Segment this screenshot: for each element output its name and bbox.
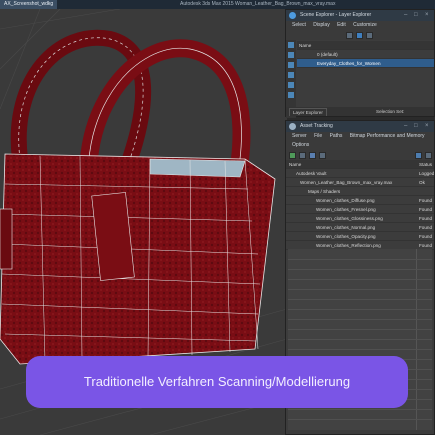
asset-close-icon[interactable]: × bbox=[425, 123, 429, 130]
layer-row-default-label: 0 (default) bbox=[317, 52, 338, 57]
find-icon[interactable] bbox=[366, 32, 373, 39]
layer-row-default[interactable]: 0 (default) bbox=[297, 50, 434, 59]
asset-name: Women_clothes_Diffuse.png bbox=[316, 198, 375, 203]
asset-status: Found bbox=[419, 198, 433, 203]
close-icon[interactable]: × bbox=[425, 12, 429, 19]
layer-icon[interactable] bbox=[356, 32, 363, 39]
asset-list: Autodesk Vault Logged Women_Leather_Bag_B… bbox=[286, 169, 434, 250]
asset-name: Autodesk Vault bbox=[296, 171, 327, 176]
menu-options[interactable]: Options bbox=[292, 142, 309, 148]
table-view-icon[interactable] bbox=[319, 152, 326, 159]
side-tool-6-icon[interactable] bbox=[288, 92, 294, 98]
bag-inner-lining bbox=[149, 158, 246, 178]
menu-customize[interactable]: Customize bbox=[353, 22, 377, 28]
col-name-header[interactable]: Name bbox=[289, 160, 301, 168]
asset-row[interactable]: Women_clothes_Normal.png Found bbox=[286, 223, 434, 232]
screen: AX_Screenshot_wdkg Autodesk 3ds Max 2015… bbox=[0, 0, 435, 435]
maximize-icon[interactable]: □ bbox=[414, 12, 418, 19]
asset-tracking-toolbar bbox=[286, 150, 434, 160]
layer-row-everyday-label: Everyday_Clothes_for_Women bbox=[317, 61, 381, 66]
document-tab[interactable]: AX_Screenshot_wdkg bbox=[0, 0, 58, 9]
asset-minimize-icon[interactable]: – bbox=[404, 123, 407, 130]
minimize-icon[interactable]: – bbox=[404, 12, 407, 19]
menu-paths[interactable]: Paths bbox=[330, 133, 343, 139]
asset-row[interactable]: Maps / Shaders bbox=[286, 187, 434, 196]
asset-column-headers: Name Status bbox=[286, 160, 434, 169]
asset-status: Found bbox=[419, 216, 433, 221]
handle-strap-left bbox=[0, 208, 13, 270]
asset-tracking-menubar-2: Options bbox=[286, 141, 434, 150]
layer-row-everyday-clothes[interactable]: Everyday_Clothes_for_Women bbox=[297, 59, 434, 68]
caption-banner: Traditionelle Verfahren Scanning/Modelli… bbox=[26, 356, 408, 408]
scene-explorer-toolbar bbox=[286, 30, 434, 40]
layer-explorer-dropdown[interactable]: Layer Explorer bbox=[289, 108, 327, 116]
side-tool-3-icon[interactable] bbox=[288, 62, 294, 68]
bag-handle-back bbox=[10, 29, 152, 162]
asset-tracking-title: Asset Tracking bbox=[300, 123, 333, 129]
menu-display[interactable]: Display bbox=[313, 22, 329, 28]
asset-tracking-menubar: Server File Paths Bitmap Performance and… bbox=[286, 132, 434, 141]
scene-explorer-icon bbox=[289, 12, 296, 19]
refresh-icon[interactable] bbox=[289, 152, 296, 159]
scene-explorer-menubar: Select Display Edit Customize bbox=[286, 21, 434, 30]
asset-name: Women_clothes_Normal.png bbox=[316, 225, 376, 230]
scene-explorer-title: Scene Explorer - Layer Explorer bbox=[300, 12, 372, 18]
asset-row[interactable]: Women_clothes_Opacity.png Found bbox=[286, 232, 434, 241]
app-title: Autodesk 3ds Max 2015 Woman_Leather_Bag_… bbox=[180, 1, 336, 7]
asset-row[interactable]: Women_clothes_Glossiness.png Found bbox=[286, 214, 434, 223]
help-icon[interactable] bbox=[415, 152, 422, 159]
scene-explorer-footer: Layer Explorer Selection Set: bbox=[286, 107, 434, 116]
window-titlebar: AX_Screenshot_wdkg Autodesk 3ds Max 2015… bbox=[0, 0, 435, 9]
asset-name: Women_clothes_Glossiness.png bbox=[316, 216, 383, 221]
asset-status: Found bbox=[419, 234, 433, 239]
asset-tracking-icon bbox=[289, 123, 296, 130]
asset-status: Found bbox=[419, 225, 433, 230]
scene-explorer-panel: Scene Explorer - Layer Explorer – □ × Se… bbox=[285, 9, 435, 118]
side-tool-4-icon[interactable] bbox=[288, 72, 294, 78]
asset-name: Women_Leather_Bag_Brown_max_vray.max bbox=[300, 180, 393, 185]
menu-select[interactable]: Select bbox=[292, 22, 306, 28]
asset-name: Women_clothes_Fresnel.png bbox=[316, 207, 376, 212]
list-view-icon[interactable] bbox=[299, 152, 306, 159]
scene-explorer-header: Scene Explorer - Layer Explorer – □ × bbox=[286, 10, 434, 21]
side-tool-5-icon[interactable] bbox=[288, 82, 294, 88]
filter-icon[interactable] bbox=[346, 32, 353, 39]
asset-row[interactable]: Women_clothes_Fresnel.png Found bbox=[286, 205, 434, 214]
asset-status: Logged bbox=[419, 171, 434, 176]
scene-column-header[interactable]: Name bbox=[297, 41, 434, 50]
side-tool-1-icon[interactable] bbox=[288, 42, 294, 48]
menu-edit[interactable]: Edit bbox=[337, 22, 346, 28]
menu-file[interactable]: File bbox=[314, 133, 322, 139]
asset-row[interactable]: Women_clothes_Diffuse.png Found bbox=[286, 196, 434, 205]
asset-maximize-icon[interactable]: □ bbox=[414, 123, 418, 130]
settings-icon[interactable] bbox=[425, 152, 432, 159]
menu-bitmap-performance[interactable]: Bitmap Performance and Memory bbox=[350, 133, 425, 139]
bag-body bbox=[0, 153, 276, 365]
menu-server[interactable]: Server bbox=[292, 133, 307, 139]
asset-status: Ok bbox=[419, 180, 425, 185]
asset-tracking-header: Asset Tracking – □ × bbox=[286, 121, 434, 132]
asset-status: Found bbox=[419, 207, 433, 212]
selection-set-label: Selection Set: bbox=[376, 109, 405, 114]
side-tool-2-icon[interactable] bbox=[288, 52, 294, 58]
asset-row[interactable]: Women_Leather_Bag_Brown_max_vray.max Ok bbox=[286, 178, 434, 187]
asset-name: Maps / Shaders bbox=[308, 189, 341, 194]
tree-view-icon[interactable] bbox=[309, 152, 316, 159]
col-status-header[interactable]: Status bbox=[419, 160, 432, 168]
asset-name: Women_clothes_Opacity.png bbox=[316, 234, 376, 239]
asset-row[interactable]: Autodesk Vault Logged bbox=[286, 169, 434, 178]
